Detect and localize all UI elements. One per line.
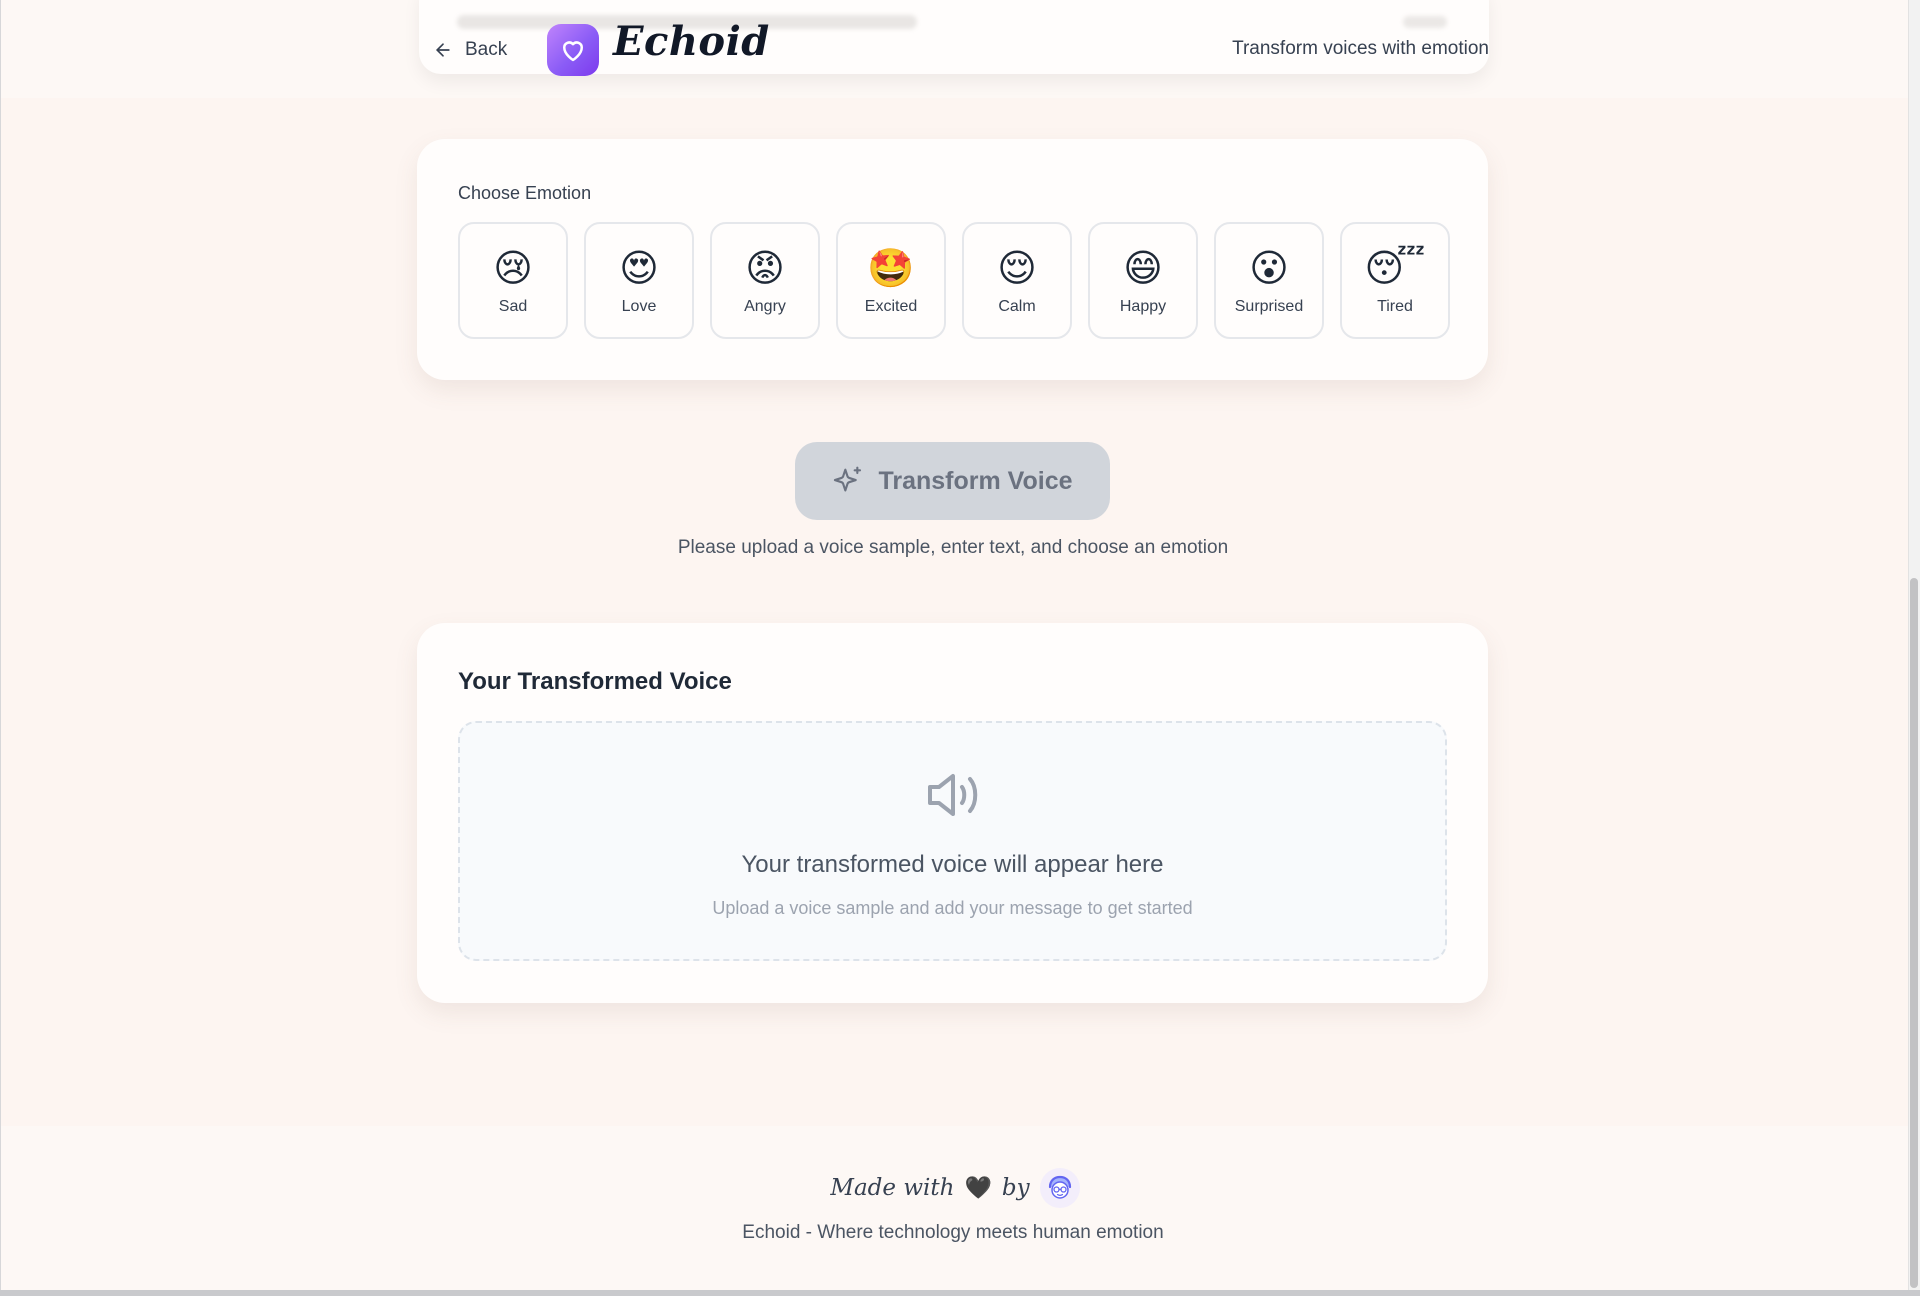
sparkles-icon <box>834 466 862 492</box>
blurred-counter <box>1403 16 1447 28</box>
brand-name: Echoid <box>613 18 770 65</box>
grinning-emoji-icon: 😄 <box>1123 246 1163 290</box>
output-card: Your Transformed Voice Your transformed … <box>417 623 1488 1003</box>
speaker-volume-icon <box>928 774 978 816</box>
star-struck-emoji-icon: 🤩 <box>867 246 915 290</box>
emotion-options: 😢 Sad 😍 Love 😡 Angry 🤩 Excited 😌 Calm 😄 <box>458 222 1450 339</box>
relieved-emoji-icon: 😌 <box>997 246 1037 290</box>
back-button[interactable]: Back <box>433 34 507 66</box>
sad-emoji-icon: 😢 <box>493 246 533 290</box>
made-with-text: Made with <box>830 1175 955 1201</box>
arrow-left-icon <box>436 43 450 57</box>
emotion-label: Angry <box>744 298 786 315</box>
transform-button-label: Transform Voice <box>878 466 1073 495</box>
output-empty-subtext: Upload a voice sample and add your messa… <box>712 898 1193 918</box>
output-empty-heading: Your transformed voice will appear here <box>741 851 1164 878</box>
emotion-option-tired[interactable]: 😴 Tired <box>1340 222 1450 339</box>
made-with-line: Made with 🖤 by <box>1 1168 1908 1208</box>
scrollbar-thumb[interactable] <box>1910 578 1918 1288</box>
by-text: by <box>1001 1175 1030 1201</box>
emotion-option-excited[interactable]: 🤩 Excited <box>836 222 946 339</box>
window-bottom-edge <box>0 1290 1920 1296</box>
author-avatar[interactable] <box>1039 1168 1080 1208</box>
heart-icon <box>563 41 583 62</box>
heart-eyes-emoji-icon: 😍 <box>619 246 659 290</box>
app-viewport: Back Echoid Transform voices with emotio… <box>0 0 1908 1290</box>
back-label: Back <box>465 39 508 60</box>
output-placeholder: Your transformed voice will appear here … <box>458 721 1447 961</box>
black-heart-icon: 🖤 <box>964 1175 992 1201</box>
app-logo[interactable] <box>547 24 599 76</box>
emotion-section-title: Choose Emotion <box>458 183 592 203</box>
emotion-option-calm[interactable]: 😌 Calm <box>962 222 1072 339</box>
header-tagline: Transform voices with emotion <box>1232 38 1489 59</box>
top-header: Back Echoid Transform voices with emotio… <box>1 0 1908 98</box>
emotion-card: Choose Emotion 😢 Sad 😍 Love 😡 Angry 🤩 Ex… <box>417 139 1488 380</box>
footer-tagline: Echoid - Where technology meets human em… <box>742 1222 1164 1243</box>
transform-hint: Please upload a voice sample, enter text… <box>677 537 1229 558</box>
surprised-emoji-icon: 😮 <box>1249 246 1289 290</box>
angry-emoji-icon: 😡 <box>745 246 785 290</box>
page-footer: Made with 🖤 by Echoid - Where technology… <box>1 1126 1908 1290</box>
emotion-label: Tired <box>1377 298 1413 315</box>
emotion-option-surprised[interactable]: 😮 Surprised <box>1214 222 1324 339</box>
emotion-option-angry[interactable]: 😡 Angry <box>710 222 820 339</box>
output-title: Your Transformed Voice <box>458 668 732 695</box>
emotion-label: Calm <box>998 298 1036 315</box>
emotion-label: Happy <box>1119 298 1167 315</box>
emotion-option-love[interactable]: 😍 Love <box>584 222 694 339</box>
face-with-glasses-icon <box>1048 1175 1071 1199</box>
emotion-label: Love <box>621 298 657 315</box>
emotion-option-sad[interactable]: 😢 Sad <box>458 222 568 339</box>
sleeping-emoji-icon: 😴 <box>1364 246 1426 290</box>
emotion-label: Sad <box>498 298 528 315</box>
emotion-label: Surprised <box>1234 298 1304 315</box>
emotion-option-happy[interactable]: 😄 Happy <box>1088 222 1198 339</box>
emotion-label: Excited <box>864 298 918 315</box>
transform-voice-button[interactable]: Transform Voice <box>795 442 1110 520</box>
